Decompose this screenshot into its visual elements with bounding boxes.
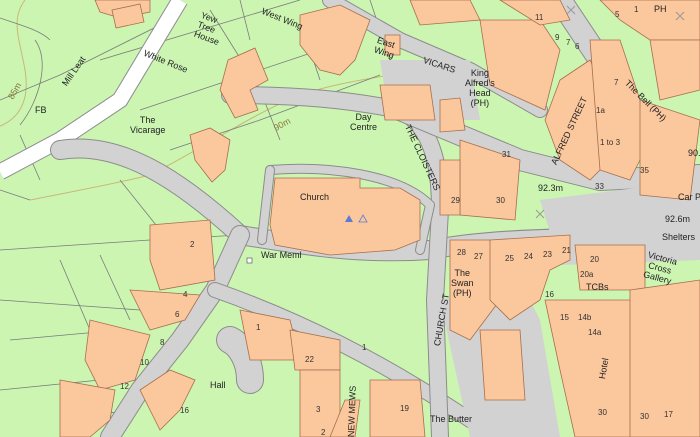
label-ph: PH (654, 4, 667, 14)
house-number: 16 (545, 290, 554, 299)
house-number: 5 (615, 10, 620, 19)
house-number: 20 (590, 255, 599, 264)
label-tcbs: TCBs (586, 282, 609, 292)
house-number: 28 (457, 248, 466, 257)
house-number: 21 (562, 246, 571, 255)
house-number: 12 (120, 382, 129, 391)
house-number: 29 (451, 196, 460, 205)
house-number: 24 (524, 252, 533, 261)
house-number: 8 (160, 338, 165, 347)
house-number: 11 (535, 13, 544, 22)
house-number: 6 (575, 42, 580, 51)
house-number: 25 (505, 254, 514, 263)
house-number: 15 (560, 313, 569, 322)
house-number: 6 (175, 310, 180, 319)
house-number: 30 (496, 196, 505, 205)
map-canvas[interactable]: Yew Tree House West Wing East Wing White… (0, 0, 700, 437)
contour-line (29, 174, 151, 201)
house-number: 9 (555, 33, 560, 42)
label-the-butter: The Butter (430, 414, 473, 424)
house-number: 1 (256, 323, 261, 332)
label-hall: Hall (210, 380, 226, 390)
house-number: 2 (321, 428, 326, 437)
house-number: 27 (474, 252, 483, 261)
label-day-centre: Day Centre (350, 112, 378, 132)
label-car-park: Car P (678, 192, 700, 202)
house-number: 7 (614, 78, 619, 87)
house-number: 17 (664, 410, 673, 419)
house-number: 4 (183, 290, 188, 299)
house-number: 14b (578, 313, 592, 322)
house-number: 19 (400, 404, 409, 413)
house-number: 1 to 3 (600, 138, 621, 147)
label-church: Church (300, 192, 330, 202)
house-number: 3 (316, 405, 321, 414)
label-the-swan: The Swan (PH) (451, 268, 474, 298)
house-number: 30 (640, 412, 649, 421)
house-number: 2 (190, 240, 195, 249)
label-king-alfreds-head: King Alfred's Head (PH) (465, 68, 495, 108)
house-number: 7 (566, 38, 571, 47)
house-number: 33 (595, 182, 604, 191)
house-number: 14a (588, 328, 602, 337)
label-the-vicarage: The Vicarage (130, 115, 166, 135)
house-number: 31 (502, 150, 511, 159)
house-number: 22 (305, 355, 314, 364)
house-number: 23 (543, 250, 552, 259)
label-shelters: Shelters (662, 232, 696, 242)
house-number: 16 (180, 406, 189, 415)
house-number: 10 (140, 358, 149, 367)
house-number: 35 (640, 166, 649, 175)
house-number: 1 (362, 343, 367, 352)
label-spot-92-3: 92.3m (538, 183, 564, 193)
label-war-meml: War Meml (261, 250, 302, 260)
house-number: 1a (596, 106, 605, 115)
label-spot-90: 90. (688, 148, 700, 158)
war-memorial-marker (246, 257, 253, 264)
label-spot-92-6: 92.6m (665, 214, 691, 224)
house-number: 1 (634, 5, 639, 14)
house-number: 30 (598, 408, 607, 417)
label-fb: FB (35, 105, 47, 115)
label-new-mews: NEW MEWS (346, 385, 358, 437)
map-graphics (0, 0, 700, 437)
house-number: 20a (580, 270, 594, 279)
